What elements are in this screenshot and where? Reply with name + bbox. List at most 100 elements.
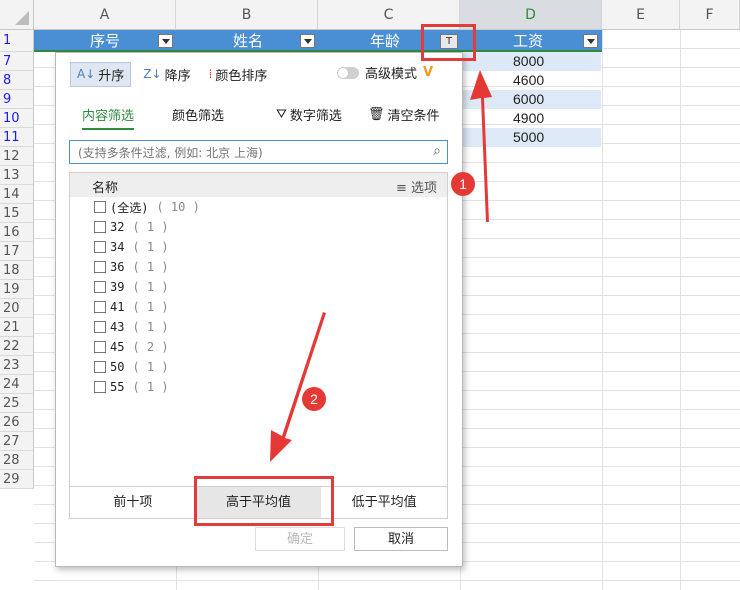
search-icon[interactable]: ⌕ <box>433 143 441 159</box>
clear-conditions-label: 清空条件 <box>387 109 440 124</box>
filter-tabs: 内容筛选 颜色筛选 ⛛ 数字筛选 🗑 清空条件 <box>70 105 450 130</box>
number-filter-label: 数字筛选 <box>289 109 342 124</box>
checkbox[interactable] <box>94 261 106 273</box>
row-header-27[interactable]: 27 <box>0 432 34 451</box>
filter-dropdown-a[interactable] <box>158 34 173 48</box>
list-options-button[interactable]: ≡ 选项 <box>396 177 437 196</box>
item-count: ( 10 ) <box>156 200 200 214</box>
row-header-11[interactable]: 11 <box>0 128 34 147</box>
item-label: (全选) <box>110 200 149 215</box>
checkbox[interactable] <box>94 201 106 213</box>
checkbox[interactable] <box>94 301 106 313</box>
header-cell-salary[interactable]: 工资 <box>513 30 543 52</box>
row-header-14[interactable]: 14 <box>0 185 34 204</box>
checkbox[interactable] <box>94 341 106 353</box>
row-header-16[interactable]: 16 <box>0 223 34 242</box>
row-header-12[interactable]: 12 <box>0 147 34 166</box>
row-header-10[interactable]: 10 <box>0 109 34 128</box>
column-header-e[interactable]: E <box>602 0 680 30</box>
filter-dropdown-d[interactable] <box>583 34 598 48</box>
checkbox[interactable] <box>94 221 106 233</box>
tab-content-filter[interactable]: 内容筛选 <box>82 105 135 130</box>
column-header-f[interactable]: F <box>680 0 740 30</box>
row-header-20[interactable]: 20 <box>0 299 34 318</box>
row-header-7[interactable]: 7 <box>0 52 34 71</box>
header-cell-index[interactable]: 序号 <box>90 30 120 52</box>
list-item[interactable]: (全选) ( 10 ) <box>70 197 447 217</box>
row-header-8[interactable]: 8 <box>0 71 34 90</box>
salary-cell[interactable]: 4600 <box>461 71 601 90</box>
column-header-b[interactable]: B <box>176 0 318 30</box>
select-all-corner[interactable] <box>0 0 34 30</box>
row-header-1[interactable]: 1 <box>0 30 34 52</box>
sort-ascending-button[interactable]: A↓ 升序 <box>70 61 132 87</box>
row-header-22[interactable]: 22 <box>0 337 34 356</box>
step-badge-2: 2 <box>302 387 326 411</box>
clear-conditions-button[interactable]: 🗑 清空条件 <box>368 105 440 124</box>
list-item[interactable]: 32 ( 1 ) <box>70 217 447 237</box>
row-header-28[interactable]: 28 <box>0 451 34 470</box>
checkbox[interactable] <box>94 361 106 373</box>
trash-icon: 🗑 <box>368 107 385 122</box>
header-cell-age[interactable]: 年龄 <box>370 30 400 52</box>
column-header-a[interactable]: A <box>34 0 176 30</box>
list-item[interactable]: 55 ( 1 ) <box>70 377 447 397</box>
top-ten-button[interactable]: 前十项 <box>70 487 196 518</box>
row-header-19[interactable]: 19 <box>0 280 34 299</box>
sort-descending-button[interactable]: Z↓ 降序 <box>137 63 196 86</box>
checkbox[interactable] <box>94 241 106 253</box>
filter-search-input[interactable] <box>76 142 420 164</box>
value-list-header: 名称 ≡ 选项 <box>70 173 447 197</box>
sort-toolbar: A↓ 升序 Z↓ 降序 ⁞ 颜色排序 <box>70 61 273 87</box>
salary-cell[interactable]: 6000 <box>461 90 601 109</box>
list-item[interactable]: 34 ( 1 ) <box>70 237 447 257</box>
number-filter-button[interactable]: ⛛ 数字筛选 <box>276 105 342 124</box>
item-label: 36 <box>110 260 125 274</box>
checkbox[interactable] <box>94 321 106 333</box>
list-item[interactable]: 45 ( 2 ) <box>70 337 447 357</box>
tab-color-filter[interactable]: 颜色筛选 <box>172 105 224 128</box>
toggle-switch-icon[interactable] <box>337 66 359 79</box>
salary-cell[interactable]: 5000 <box>461 128 601 147</box>
checkbox[interactable] <box>94 381 106 393</box>
item-count: ( 1 ) <box>132 300 169 314</box>
item-count: ( 1 ) <box>132 240 169 254</box>
item-count: ( 1 ) <box>132 260 169 274</box>
advanced-mode-toggle[interactable]: 高级模式 V <box>337 63 433 82</box>
list-item[interactable]: 39 ( 1 ) <box>70 277 447 297</box>
row-header-25[interactable]: 25 <box>0 394 34 413</box>
row-header-15[interactable]: 15 <box>0 204 34 223</box>
below-average-button[interactable]: 低于平均值 <box>321 487 447 518</box>
row-header-23[interactable]: 23 <box>0 356 34 375</box>
column-header-d[interactable]: D <box>460 0 602 30</box>
item-label: 50 <box>110 360 125 374</box>
salary-cell[interactable]: 8000 <box>461 52 601 71</box>
row-header-18[interactable]: 18 <box>0 261 34 280</box>
item-label: 55 <box>110 380 125 394</box>
ok-button[interactable]: 确定 <box>255 527 345 551</box>
item-label: 43 <box>110 320 125 334</box>
filter-dropdown-b[interactable] <box>300 34 315 48</box>
list-item[interactable]: 41 ( 1 ) <box>70 297 447 317</box>
row-header-21[interactable]: 21 <box>0 318 34 337</box>
item-label: 39 <box>110 280 125 294</box>
color-sort-button[interactable]: ⁞ 颜色排序 <box>203 63 274 86</box>
row-header-17[interactable]: 17 <box>0 242 34 261</box>
header-cell-name[interactable]: 姓名 <box>233 30 263 52</box>
checkbox[interactable] <box>94 281 106 293</box>
cancel-button[interactable]: 取消 <box>354 527 448 551</box>
list-item[interactable]: 43 ( 1 ) <box>70 317 447 337</box>
sort-descending-label: 降序 <box>164 68 191 84</box>
row-header-9[interactable]: 9 <box>0 90 34 109</box>
row-header-24[interactable]: 24 <box>0 375 34 394</box>
row-header-13[interactable]: 13 <box>0 166 34 185</box>
color-sort-icon: ⁞ <box>208 67 213 81</box>
salary-cell[interactable]: 4900 <box>461 109 601 128</box>
item-label: 45 <box>110 340 125 354</box>
list-item[interactable]: 50 ( 1 ) <box>70 357 447 377</box>
row-header-26[interactable]: 26 <box>0 413 34 432</box>
row-header-29[interactable]: 29 <box>0 470 34 489</box>
list-item[interactable]: 36 ( 1 ) <box>70 257 447 277</box>
highlight-box-filter-icon <box>421 24 476 61</box>
item-count: ( 1 ) <box>132 380 169 394</box>
